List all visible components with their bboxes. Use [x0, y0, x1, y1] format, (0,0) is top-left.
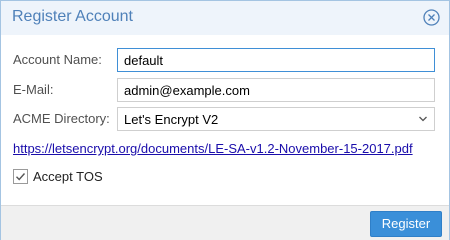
account-name-value: default — [124, 53, 164, 68]
chevron-down-icon[interactable] — [418, 114, 428, 124]
email-value: admin@example.com — [124, 83, 250, 98]
tos-link[interactable]: https://letsencrypt.org/documents/LE-SA-… — [13, 141, 413, 156]
register-account-dialog: Register Account Account Name: default E… — [0, 0, 450, 240]
account-name-input[interactable]: default — [117, 48, 435, 72]
register-button[interactable]: Register — [370, 211, 442, 237]
acme-directory-label: ACME Directory: — [13, 111, 110, 126]
acme-directory-row: ACME Directory: Let's Encrypt V2 — [13, 107, 439, 131]
email-label: E-Mail: — [13, 82, 54, 97]
dialog-footer: Register — [1, 205, 449, 240]
email-row: E-Mail: admin@example.com — [13, 78, 439, 102]
close-icon[interactable] — [423, 9, 440, 26]
dialog-body: Account Name: default E-Mail: admin@exam… — [1, 35, 449, 205]
email-input[interactable]: admin@example.com — [117, 78, 435, 102]
account-name-label: Account Name: — [13, 52, 102, 67]
dialog-titlebar: Register Account — [1, 1, 449, 35]
accept-tos-label: Accept TOS — [33, 169, 103, 184]
acme-directory-select[interactable]: Let's Encrypt V2 — [117, 107, 435, 131]
acme-directory-value: Let's Encrypt V2 — [124, 112, 219, 127]
account-name-row: Account Name: default — [13, 48, 439, 72]
accept-tos-checkbox[interactable] — [13, 169, 28, 184]
dialog-title: Register Account — [12, 8, 133, 25]
checkmark-icon — [16, 173, 26, 181]
